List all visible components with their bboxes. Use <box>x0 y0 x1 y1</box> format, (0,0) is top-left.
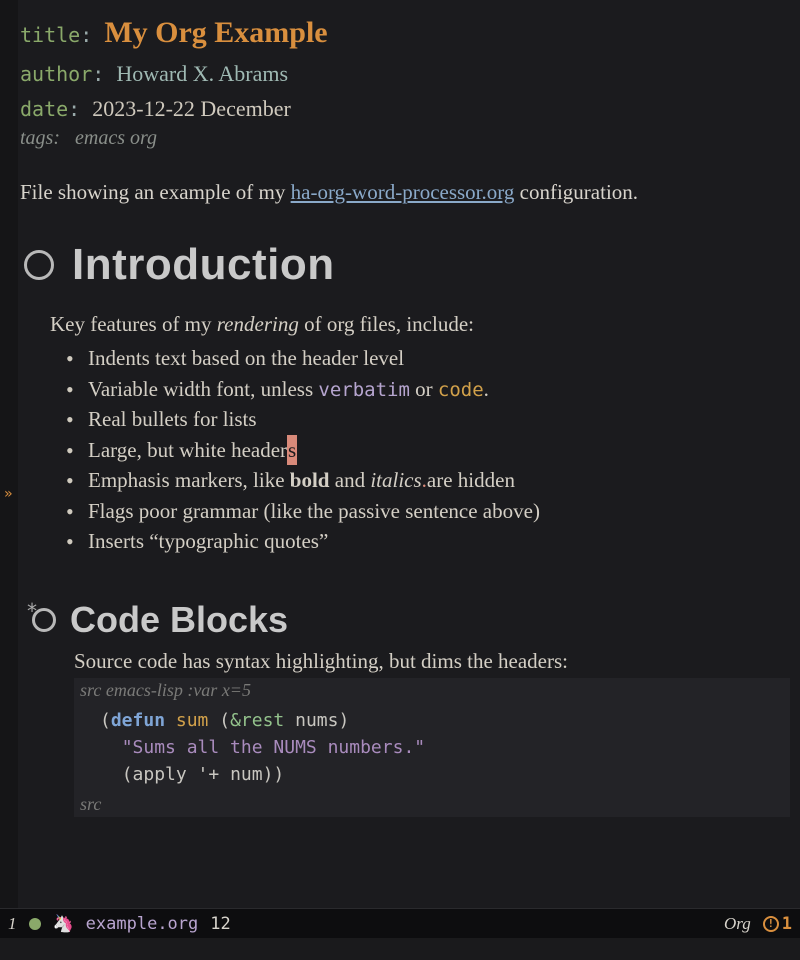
list-item: Emphasis markers, like bold and italics.… <box>66 465 790 495</box>
function-name: sum <box>176 710 209 731</box>
list-item-text: Real bullets for lists <box>88 407 257 431</box>
list-item-text: are hidden <box>427 468 515 492</box>
heading-1[interactable]: Introduction <box>20 240 790 290</box>
meta-date-line: date: 2023-12-22 December <box>20 92 790 125</box>
source-code[interactable]: (defun sum (&rest nums) "Sums all the NU… <box>74 703 790 792</box>
meta-key-tags: tags: <box>20 127 60 149</box>
minibuffer[interactable] <box>0 938 800 960</box>
paren: ( <box>122 764 133 785</box>
modeline-line-number: 12 <box>210 914 230 934</box>
list-item-text: Emphasis markers, like <box>88 468 290 492</box>
list-item: Real bullets for lists <box>66 404 790 434</box>
fringe-indicator-icon: » <box>4 486 12 502</box>
bold-text: bold <box>290 468 330 492</box>
space <box>284 710 295 731</box>
modeline-major-mode[interactable]: Org <box>724 914 751 934</box>
list-item: Indents text based on the header level <box>66 343 790 373</box>
src-intro-text: Source code has syntax highlighting, but… <box>74 649 790 674</box>
list-item-text: or <box>410 377 438 401</box>
heading-bullet-icon <box>24 250 54 280</box>
meta-key-author: author <box>20 62 92 86</box>
list-item: Large, but white headers <box>66 435 790 465</box>
list-item-text: Large, but white header <box>88 438 287 462</box>
list-item-text: Inserts “typographic quotes” <box>88 529 328 553</box>
meta-title-line: title: My Org Example <box>20 10 790 55</box>
heading-2-text: Code Blocks <box>70 599 288 641</box>
buffer-content[interactable]: title: My Org Example author: Howard X. … <box>20 10 790 817</box>
list-item: Inserts “typographic quotes” <box>66 526 790 556</box>
arg-name: nums <box>295 710 338 731</box>
docstring: "Sums all the NUMS numbers." <box>122 737 425 758</box>
text-cursor: s <box>287 435 297 465</box>
heading-star-icon: * <box>26 599 38 623</box>
modeline-filename[interactable]: example.org <box>86 914 199 934</box>
verbatim-text: verbatim <box>318 379 410 401</box>
amp-rest: &rest <box>230 710 284 731</box>
src-end-line: src <box>74 792 790 817</box>
modeline[interactable]: 1 🦄example.org 12 Org !1 <box>0 908 800 938</box>
document-author: Howard X. Abrams <box>116 61 288 86</box>
meta-key-date: date <box>20 97 68 121</box>
intro-text-pre: File showing an example of my <box>20 180 291 204</box>
document-title: My Org Example <box>104 16 327 49</box>
unicorn-icon: 🦄 <box>53 914 74 934</box>
features-lead-pre: Key features of my <box>50 312 217 336</box>
document-date: 2023-12-22 December <box>92 96 291 121</box>
error-count-value: 1 <box>782 914 792 934</box>
modeline-error-count[interactable]: !1 <box>763 914 792 934</box>
src-header-args: emacs-lisp :var x=5 <box>101 680 251 700</box>
features-list: Indents text based on the header level V… <box>66 343 790 556</box>
paren: ( <box>100 710 111 731</box>
italic-text: italics <box>370 468 421 492</box>
src-keyword: src <box>80 680 101 700</box>
list-item-text: . <box>484 377 489 401</box>
list-item: Variable width font, unless verbatim or … <box>66 374 790 405</box>
config-link[interactable]: ha-org-word-processor.org <box>291 180 515 204</box>
editor-buffer[interactable]: » title: My Org Example author: Howard X… <box>0 0 800 960</box>
features-lead: Key features of my rendering of org file… <box>50 312 790 337</box>
source-block[interactable]: src emacs-lisp :var x=5 (defun sum (&res… <box>74 678 790 817</box>
modeline-window-number: 1 <box>8 914 17 934</box>
code-rest: '+ num)) <box>187 764 285 785</box>
list-item-text: Variable width font, unless <box>88 377 318 401</box>
src-begin-line: src emacs-lisp :var x=5 <box>74 678 790 703</box>
keyword-defun: defun <box>111 710 165 731</box>
symbol-apply: apply <box>133 764 187 785</box>
meta-key-title: title <box>20 23 80 47</box>
space <box>165 710 176 731</box>
document-tags: emacs org <box>75 127 157 149</box>
meta-tags-line: tags: emacs org <box>20 127 790 150</box>
inline-code: code <box>438 379 484 401</box>
left-fringe: » <box>0 0 18 908</box>
heading-2[interactable]: Code Blocks <box>32 599 790 641</box>
meta-author-line: author: Howard X. Abrams <box>20 57 790 90</box>
paren: ) <box>338 710 349 731</box>
intro-paragraph: File showing an example of my ha-org-wor… <box>20 178 790 206</box>
features-lead-post: of org files, include: <box>299 312 474 336</box>
modified-indicator-icon <box>29 918 41 930</box>
list-item-text: and <box>330 468 371 492</box>
error-icon: ! <box>763 916 779 932</box>
heading-1-text: Introduction <box>72 240 335 290</box>
intro-text-post: configuration. <box>514 180 638 204</box>
list-item-text: Indents text based on the header level <box>88 346 404 370</box>
paren: ( <box>208 710 230 731</box>
list-item-text: Flags poor grammar (like the passive sen… <box>88 499 540 523</box>
list-item: Flags poor grammar (like the passive sen… <box>66 496 790 526</box>
features-lead-em: rendering <box>217 312 299 336</box>
